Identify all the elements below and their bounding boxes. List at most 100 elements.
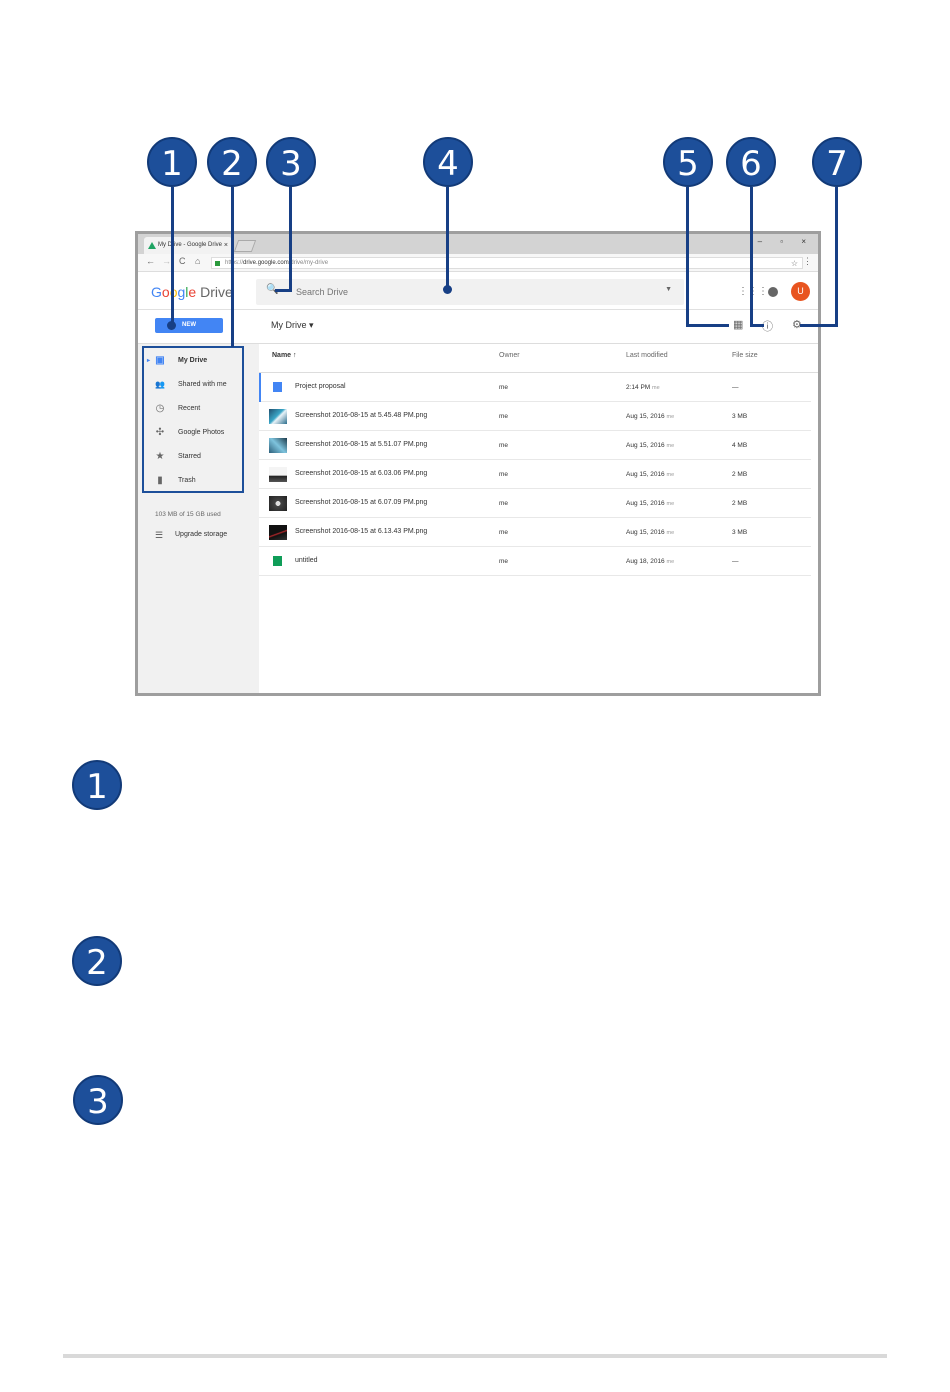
callout-5-line-h bbox=[686, 324, 729, 327]
file-modified: 2:14 PM me bbox=[626, 384, 660, 391]
file-size: 3 MB bbox=[732, 529, 748, 536]
file-size: — bbox=[732, 558, 739, 565]
file-modified: Aug 15, 2016 me bbox=[626, 442, 674, 449]
current-folder-title[interactable]: My Drive ▾ bbox=[271, 320, 314, 331]
modified-by: me bbox=[666, 501, 675, 507]
avatar[interactable]: U bbox=[791, 282, 810, 301]
callout-6-line bbox=[750, 187, 753, 327]
file-name: Screenshot 2016-08-15 at 6.07.09 PM.png bbox=[295, 499, 428, 506]
search-options-dropdown-icon[interactable]: ▼ bbox=[665, 286, 672, 293]
file-name: Screenshot 2016-08-15 at 5.45.48 PM.png bbox=[295, 412, 428, 419]
modified-by: me bbox=[666, 414, 675, 420]
callout-3-badge: 3 bbox=[266, 137, 316, 187]
url-path: /drive/my-drive bbox=[288, 260, 329, 266]
url-field[interactable]: https://drive.google.com/drive/my-drive … bbox=[211, 257, 803, 269]
column-header-name[interactable]: Name ↑ bbox=[272, 352, 297, 359]
drive-favicon-icon bbox=[148, 242, 156, 249]
modified-date: 2:14 PM bbox=[626, 384, 651, 391]
file-owner: me bbox=[499, 529, 509, 536]
modified-date: Aug 18, 2016 bbox=[626, 558, 665, 565]
bookmark-star-icon[interactable]: ☆ bbox=[791, 258, 798, 269]
file-modified: Aug 15, 2016 me bbox=[626, 529, 674, 536]
file-owner: me bbox=[499, 500, 509, 507]
modified-by: me bbox=[666, 530, 675, 536]
logo-letter: G bbox=[151, 284, 162, 300]
column-header-owner[interactable]: Owner bbox=[499, 352, 520, 359]
file-modified: Aug 15, 2016 me bbox=[626, 413, 674, 420]
notifications-icon[interactable] bbox=[768, 287, 778, 297]
tab-title: My Drive - Google Drive bbox=[158, 242, 223, 248]
callout-7-badge: 7 bbox=[812, 137, 862, 187]
table-row[interactable]: Project proposal me 2:14 PM me — bbox=[259, 373, 811, 402]
table-row[interactable]: Screenshot 2016-08-15 at 6.07.09 PM.png … bbox=[259, 489, 811, 518]
file-name: Screenshot 2016-08-15 at 5.51.07 PM.png bbox=[295, 441, 428, 448]
file-name: Project proposal bbox=[295, 383, 346, 390]
callout-6-badge: 6 bbox=[726, 137, 776, 187]
callout-1-badge: 1 bbox=[147, 137, 197, 187]
table-row[interactable]: untitled me Aug 18, 2016 me — bbox=[259, 547, 811, 576]
modified-date: Aug 15, 2016 bbox=[626, 442, 665, 449]
google-doc-icon bbox=[273, 382, 282, 392]
url-host: drive.google.com bbox=[243, 260, 289, 266]
apps-grid-icon[interactable]: ⋮⋮⋮ bbox=[738, 286, 768, 297]
column-header-modified[interactable]: Last modified bbox=[626, 352, 668, 359]
storage-list-icon: ☰ bbox=[155, 530, 164, 540]
file-name: Screenshot 2016-08-15 at 6.13.43 PM.png bbox=[295, 528, 428, 535]
logo-product: Drive bbox=[196, 284, 233, 300]
address-bar-row: ← → C ⌂ https://drive.google.com/drive/m… bbox=[138, 254, 818, 272]
modified-by: me bbox=[666, 472, 675, 478]
file-owner: me bbox=[499, 558, 509, 565]
reload-icon[interactable]: C bbox=[179, 256, 186, 266]
new-tab-button[interactable] bbox=[233, 240, 257, 252]
file-owner: me bbox=[499, 384, 509, 391]
google-drive-logo: Google Drive bbox=[151, 284, 233, 300]
drive-header: Google Drive 🔍 ▼ ⋮⋮⋮ U bbox=[138, 272, 818, 310]
search-box[interactable]: 🔍 ▼ bbox=[256, 279, 684, 305]
forward-arrow-icon[interactable]: → bbox=[162, 256, 171, 266]
image-thumbnail-icon bbox=[269, 438, 287, 453]
table-row[interactable]: Screenshot 2016-08-15 at 5.51.07 PM.png … bbox=[259, 431, 811, 460]
url-scheme: https:// bbox=[225, 260, 244, 266]
file-name: untitled bbox=[295, 557, 318, 564]
table-row[interactable]: Screenshot 2016-08-15 at 5.45.48 PM.png … bbox=[259, 402, 811, 431]
back-arrow-icon[interactable]: ← bbox=[146, 256, 155, 266]
file-modified: Aug 15, 2016 me bbox=[626, 500, 674, 507]
table-row[interactable]: Screenshot 2016-08-15 at 6.03.06 PM.png … bbox=[259, 460, 811, 489]
callout-4-dot bbox=[443, 285, 452, 294]
storage-usage: 103 MB of 15 GB used bbox=[155, 511, 221, 518]
window-controls[interactable]: – ▫ × bbox=[758, 237, 814, 246]
browser-menu-icon[interactable]: ⋮ bbox=[803, 256, 812, 267]
google-sheet-icon bbox=[273, 556, 282, 566]
sidebar-highlight-box bbox=[142, 346, 244, 493]
home-icon[interactable]: ⌂ bbox=[195, 256, 200, 266]
file-name: Screenshot 2016-08-15 at 6.03.06 PM.png bbox=[295, 470, 428, 477]
modified-date: Aug 15, 2016 bbox=[626, 471, 665, 478]
image-thumbnail-icon bbox=[269, 467, 287, 482]
image-thumbnail-icon bbox=[269, 409, 287, 424]
upgrade-storage-link[interactable]: ☰ Upgrade storage bbox=[155, 530, 227, 540]
callout-7-line-h bbox=[800, 324, 838, 327]
footer-divider bbox=[63, 1354, 887, 1358]
file-owner: me bbox=[499, 471, 509, 478]
modified-date: Aug 15, 2016 bbox=[626, 529, 665, 536]
callout-5-line bbox=[686, 187, 689, 327]
upgrade-storage-label: Upgrade storage bbox=[175, 531, 228, 538]
file-size: 2 MB bbox=[732, 471, 748, 478]
table-row[interactable]: Screenshot 2016-08-15 at 6.13.43 PM.png … bbox=[259, 518, 811, 547]
legend-2-badge: 2 bbox=[72, 936, 122, 986]
tab-close-icon[interactable]: × bbox=[224, 237, 228, 254]
new-button[interactable]: NEW bbox=[155, 318, 223, 333]
browser-tab[interactable]: My Drive - Google Drive × bbox=[144, 237, 232, 254]
grid-view-icon[interactable]: ▦ bbox=[733, 318, 743, 331]
column-header-size[interactable]: File size bbox=[732, 352, 758, 359]
browser-tab-strip: My Drive - Google Drive × – ▫ × bbox=[138, 234, 818, 254]
callout-3-line-h bbox=[275, 289, 292, 292]
modified-by: me bbox=[666, 443, 675, 449]
modified-by: me bbox=[666, 559, 675, 565]
modified-by: me bbox=[652, 385, 660, 391]
lock-icon bbox=[215, 261, 220, 266]
callout-6-line-h bbox=[750, 324, 764, 327]
callout-4-line bbox=[446, 187, 449, 287]
callout-3-line bbox=[289, 187, 292, 291]
callout-2-badge: 2 bbox=[207, 137, 257, 187]
